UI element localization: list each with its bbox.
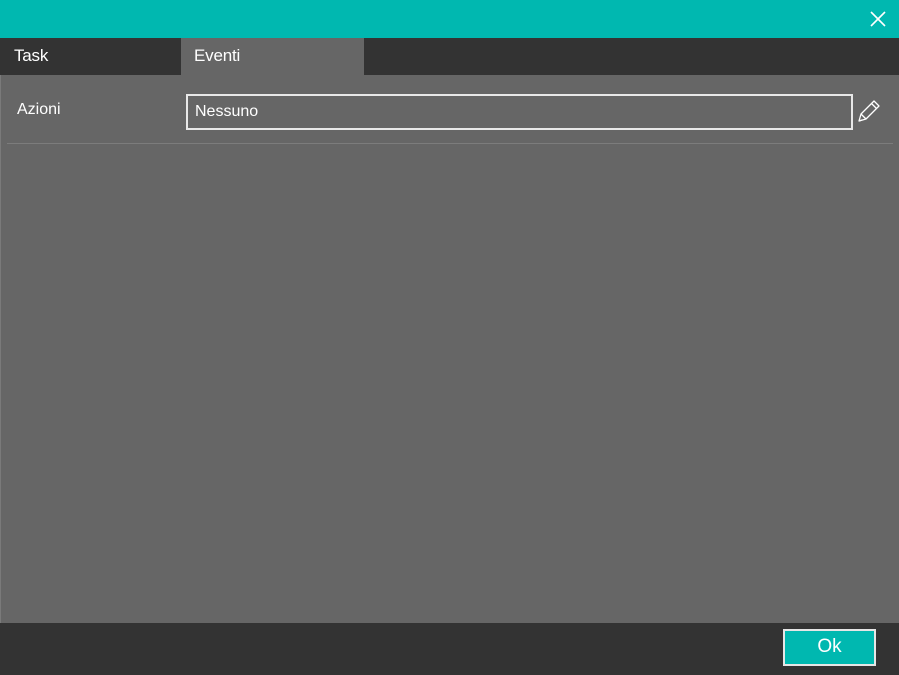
close-icon [870, 11, 886, 27]
dialog-titlebar [0, 0, 899, 38]
tab-content-panel: Azioni Nessuno [0, 75, 899, 623]
tab-task[interactable]: Task [1, 38, 181, 75]
tab-bar: Task Eventi [0, 38, 899, 75]
form-row-azioni: Azioni Nessuno [7, 75, 893, 144]
edit-azioni-button[interactable] [855, 99, 881, 125]
close-button[interactable] [863, 4, 893, 34]
ok-button[interactable]: Ok [783, 629, 876, 666]
tab-eventi[interactable]: Eventi [181, 38, 364, 75]
pencil-icon [858, 100, 880, 122]
azioni-label: Azioni [17, 101, 61, 118]
dialog-footer: Ok [0, 623, 899, 675]
dialog-window: Task Eventi Azioni Nessuno Ok [0, 0, 899, 675]
azioni-value-field[interactable]: Nessuno [186, 94, 853, 130]
